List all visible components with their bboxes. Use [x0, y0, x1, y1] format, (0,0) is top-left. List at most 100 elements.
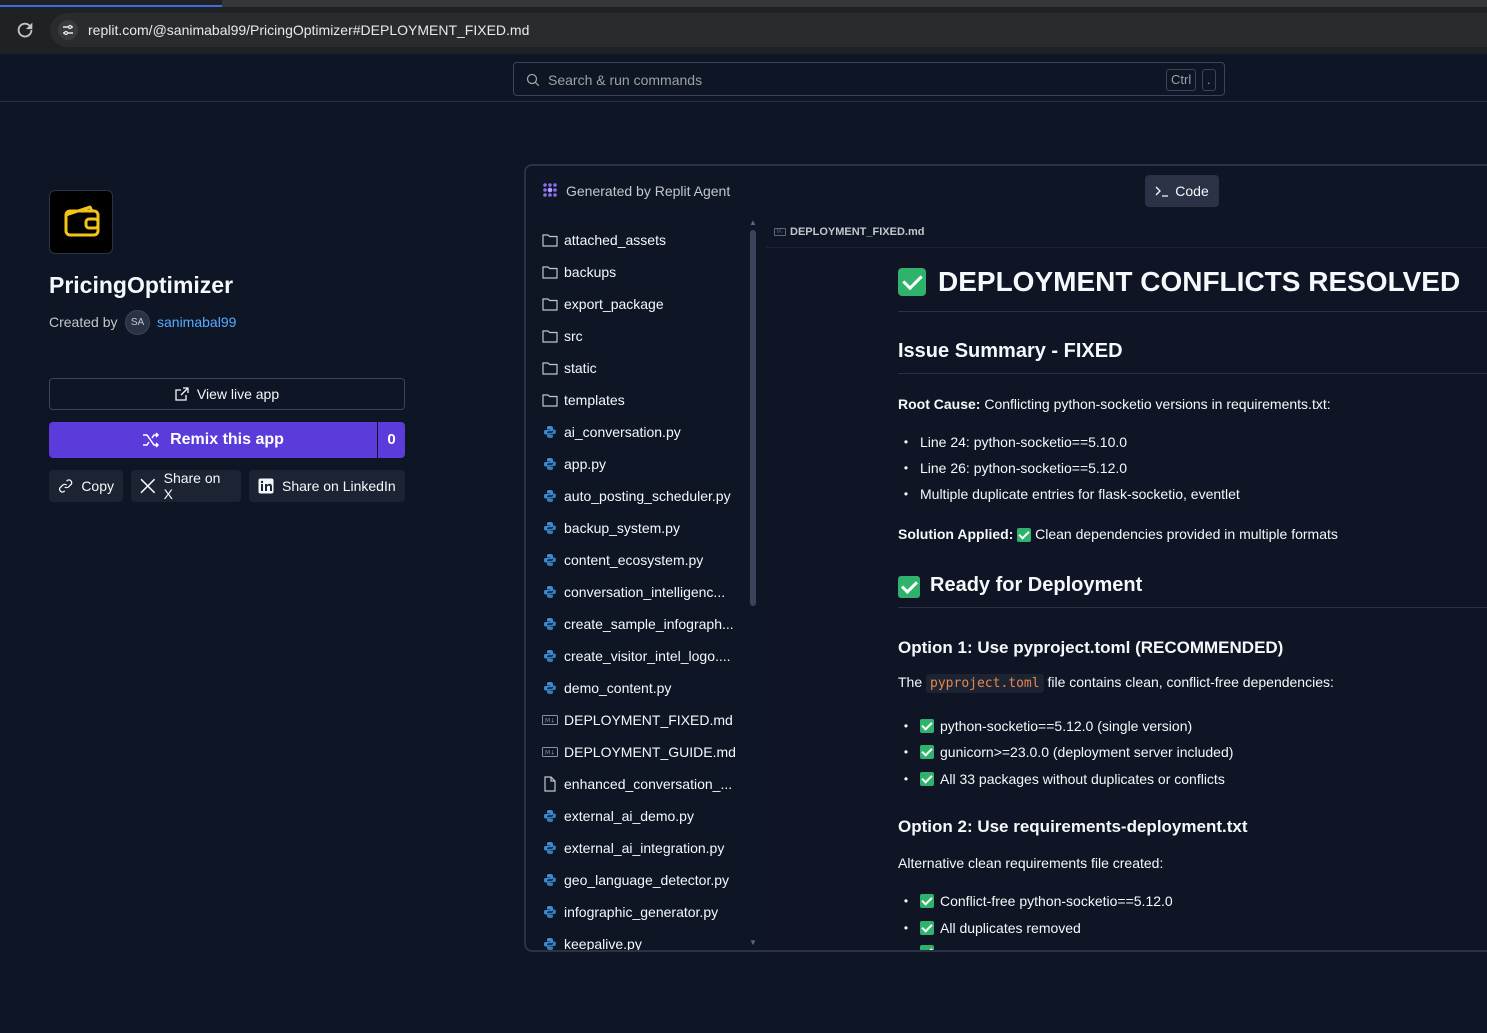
list-item: • Multiple duplicate entries for flask-so… [903, 486, 1240, 502]
file-tree-item[interactable]: templates [542, 384, 742, 416]
file-tree-item[interactable]: external_ai_demo.py [542, 800, 742, 832]
option2-heading: Option 2: Use requirements-deployment.tx… [898, 817, 1248, 836]
file-tree[interactable]: attached_assetsbackups export_packagesrc s… [526, 216, 748, 950]
share-linkedin-button[interactable]: Share on LinkedIn [249, 470, 405, 502]
folder-icon [542, 361, 558, 375]
file-tree-item-label: attached_assets [564, 232, 666, 248]
doc-tab[interactable]: M↓ DEPLOYMENT_FIXED.md [766, 216, 1487, 248]
check-mark-icon [898, 576, 920, 598]
created-by-label: Created by [49, 314, 118, 330]
python-file-icon [542, 809, 558, 823]
file-tree-item-label: create_visitor_intel_logo.... [564, 648, 731, 664]
file-tree-item[interactable]: keepalive.py [542, 928, 742, 950]
remix-button[interactable]: Remix this app [49, 422, 377, 458]
view-live-app-button[interactable]: View live app [49, 378, 405, 410]
share-x-button[interactable]: Share on X [131, 470, 241, 502]
doc-title-text: DEPLOYMENT CONFLICTS RESOLVED [938, 266, 1461, 297]
issue-summary-heading: Issue Summary - FIXED [898, 340, 1487, 374]
reload-icon[interactable] [14, 19, 36, 41]
file-tree-item[interactable]: conversation_intelligenc... [542, 576, 742, 608]
file-tree-item-label: external_ai_integration.py [564, 840, 725, 856]
file-tree-item[interactable]: infographic_generator.py [542, 896, 742, 928]
file-tree-item-label: DEPLOYMENT_GUIDE.md [564, 744, 736, 760]
list-item: • Line 26: python-socketio==5.12.0 [903, 460, 1128, 476]
file-tree-item-label: infographic_generator.py [564, 904, 719, 920]
file-tree-item[interactable]: create_visitor_intel_logo.... [542, 640, 742, 672]
list-item: • python-socketio==5.12.0 (single version… [903, 718, 1193, 734]
file-tree-item-label: static [564, 360, 597, 376]
terminal-icon [1155, 186, 1169, 197]
file-tree-item[interactable]: backups [542, 256, 742, 288]
markdown-preview[interactable]: DEPLOYMENT CONFLICTS RESOLVED Issue Summ… [766, 248, 1487, 950]
url-text[interactable]: replit.com/@sanimabal99/PricingOptimizer… [88, 22, 529, 38]
active-tab[interactable] [0, 0, 222, 7]
python-file-icon [542, 489, 558, 503]
list-item-text: gunicorn>=23.0.0 (deployment server incl… [940, 744, 1234, 760]
root-cause-paragraph: Root Cause: Conflicting python-socketio … [898, 396, 1331, 412]
command-search[interactable]: Search & run commands Ctrl . [513, 62, 1225, 96]
file-tree-item-label: create_sample_infograph... [564, 616, 734, 632]
code-button[interactable]: Code [1145, 175, 1219, 207]
app-header: Search & run commands Ctrl . [0, 54, 1487, 102]
root-cause-label: Root Cause: [898, 396, 981, 412]
file-tree-item-label: backups [564, 264, 617, 280]
file-tree-item[interactable]: external_ai_integration.py [542, 832, 742, 864]
file-tree-item-label: ai_conversation.py [564, 424, 681, 440]
python-file-icon [542, 585, 558, 599]
file-tree-item[interactable]: enhanced_conversation_... [542, 768, 742, 800]
python-file-icon [542, 681, 558, 695]
doc-title: DEPLOYMENT CONFLICTS RESOLVED [898, 266, 1487, 312]
file-tree-item[interactable]: content_ecosystem.py [542, 544, 742, 576]
share-x-label: Share on X [163, 470, 221, 502]
solution-paragraph: Solution Applied: Clean dependencies pro… [898, 526, 1338, 543]
file-tree-item[interactable]: backup_system.py [542, 512, 742, 544]
check-mark-icon [920, 745, 934, 759]
copy-label: Copy [81, 478, 114, 494]
scroll-thumb[interactable] [750, 230, 756, 606]
site-info-icon[interactable] [58, 20, 78, 40]
file-tree-item[interactable]: M↓ DEPLOYMENT_GUIDE.md [542, 736, 742, 768]
scroll-down-icon[interactable]: ▼ [749, 938, 757, 947]
option1-post: file contains clean, conflict-free depen… [1047, 674, 1334, 690]
wallet-icon [64, 205, 100, 237]
file-tree-item[interactable]: src [542, 320, 742, 352]
file-tree-item[interactable]: geo_language_detector.py [542, 864, 742, 896]
python-file-icon [542, 841, 558, 855]
file-tree-item[interactable]: static [542, 352, 742, 384]
app-icon [49, 190, 113, 254]
file-tree-item-label: src [564, 328, 583, 344]
link-icon [59, 479, 73, 493]
file-tree-item[interactable]: M↓ DEPLOYMENT_FIXED.md [542, 704, 742, 736]
file-tree-item[interactable]: export_package [542, 288, 742, 320]
x-logo-icon [140, 478, 156, 494]
tab-strip [0, 0, 1487, 7]
file-tree-item[interactable]: attached_assets [542, 224, 742, 256]
file-tree-item[interactable]: demo_content.py [542, 672, 742, 704]
option1-paragraph: The pyproject.toml file contains clean, … [898, 674, 1334, 693]
address-bar[interactable]: replit.com/@sanimabal99/PricingOptimizer… [50, 13, 1487, 47]
root-cause-text: Conflicting python-socketio versions in … [984, 396, 1331, 412]
remix-count[interactable]: 0 [378, 422, 405, 458]
file-tree-item-label: conversation_intelligenc... [564, 584, 726, 600]
avatar[interactable]: SA [125, 310, 150, 335]
file-tree-item[interactable]: ai_conversation.py [542, 416, 742, 448]
python-file-icon [542, 521, 558, 535]
list-item-text: Multiple duplicate entries for flask-soc… [920, 486, 1240, 502]
copy-link-button[interactable]: Copy [49, 470, 123, 502]
folder-icon [542, 265, 558, 279]
view-live-app-label: View live app [196, 386, 280, 402]
ready-heading-text: Ready for Deployment [930, 574, 1143, 596]
check-mark-icon [920, 921, 934, 935]
python-file-icon [542, 457, 558, 471]
list-item-text: python-socketio==5.12.0 (single version) [940, 718, 1193, 734]
file-tree-scrollbar[interactable]: ▲ ▼ [748, 216, 758, 950]
scroll-up-icon[interactable]: ▲ [749, 218, 757, 227]
file-tree-item[interactable]: auto_posting_scheduler.py [542, 480, 742, 512]
python-file-icon [542, 617, 558, 631]
list-item-text: All duplicates removed [940, 920, 1081, 936]
option2-paragraph: Alternative clean requirements file crea… [898, 855, 1164, 871]
author-link[interactable]: sanimabal99 [157, 314, 236, 330]
share-linkedin-label: Share on LinkedIn [282, 478, 396, 494]
file-tree-item[interactable]: create_sample_infograph... [542, 608, 742, 640]
file-tree-item[interactable]: app.py [542, 448, 742, 480]
